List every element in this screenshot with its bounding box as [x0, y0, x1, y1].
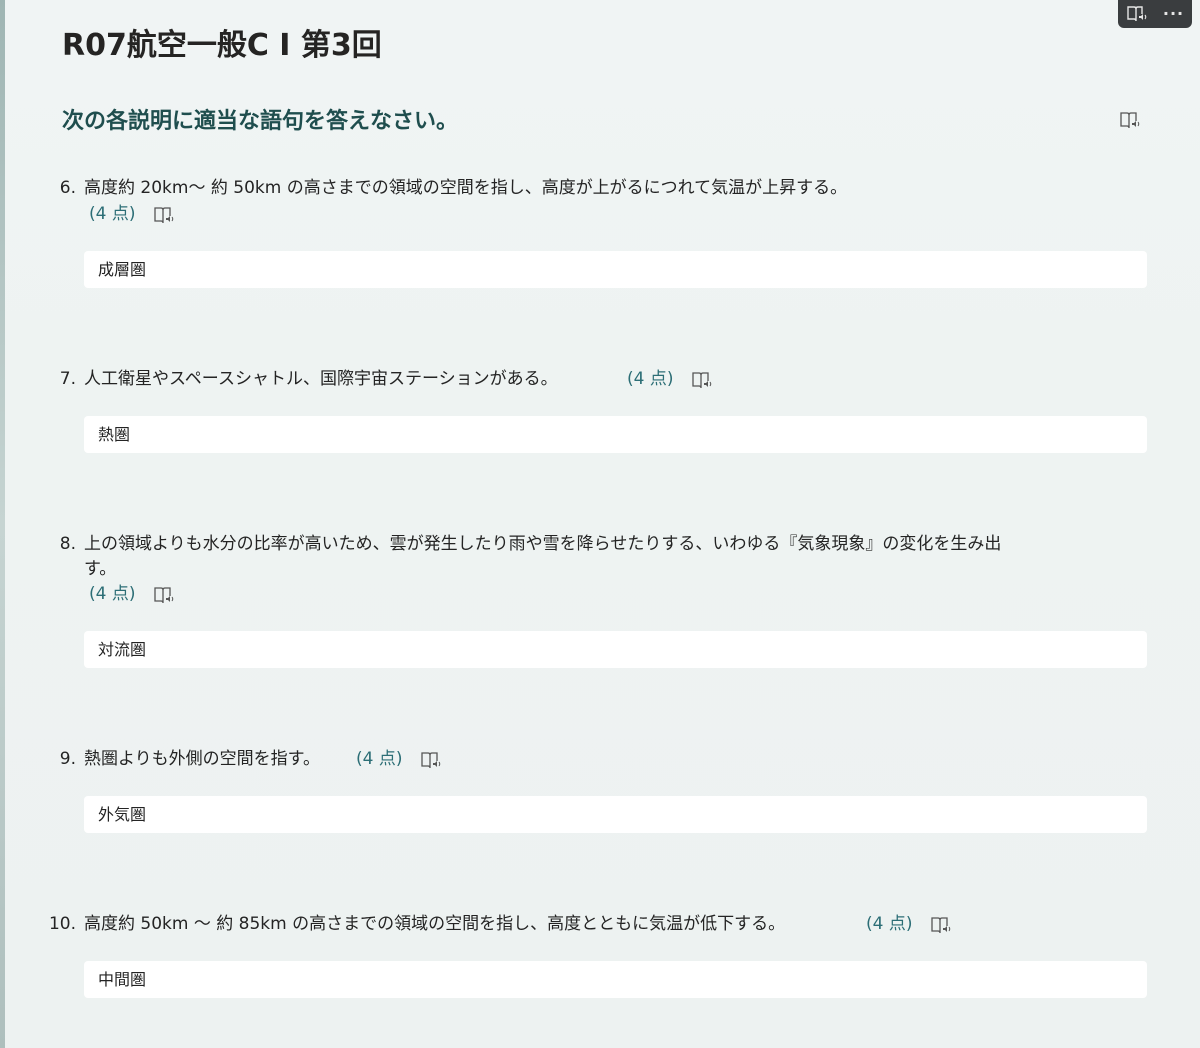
section-immersive-reader-icon[interactable] — [1119, 111, 1141, 131]
question-text: 人工衛星やスペースシャトル、国際宇宙ステーションがある。 — [84, 369, 558, 389]
question-text: 高度約 50km 〜 約 85km の高さまでの領域の空間を指し、高度とともに気… — [84, 914, 786, 934]
answer-input[interactable]: 中間圏 — [84, 961, 1147, 998]
question-number: 8. — [59, 534, 76, 554]
question-immersive-reader-icon[interactable] — [420, 751, 442, 771]
question-number: 9. — [59, 749, 76, 769]
question-points: (4 点) — [627, 369, 674, 389]
question-text: 高度約 20km〜 約 50km の高さまでの領域の空間を指し、高度が上がるにつ… — [84, 178, 848, 198]
top-toolbar: ··· — [1118, 0, 1192, 28]
question-number: 10. — [48, 914, 76, 934]
immersive-reader-icon — [1126, 6, 1146, 22]
question-points: (4 点) — [356, 749, 403, 769]
question-points: (4 点) — [89, 204, 136, 224]
question-number: 7. — [59, 369, 76, 389]
question-text: 熱圏よりも外側の空間を指す。 — [84, 749, 320, 769]
question-immersive-reader-icon[interactable] — [153, 586, 175, 606]
immersive-reader-button[interactable] — [1123, 2, 1151, 26]
question-text: 上の領域よりも水分の比率が高いため、雲が発生したり雨や雪を降らせたりする、いわゆ… — [84, 534, 1002, 554]
question-immersive-reader-icon[interactable] — [930, 916, 952, 936]
question-points: (4 点) — [866, 914, 913, 934]
question-text-continued: す。 — [84, 559, 117, 579]
question-immersive-reader-icon[interactable] — [691, 371, 713, 391]
question-points: (4 点) — [89, 584, 136, 604]
question-number: 6. — [59, 178, 76, 198]
answer-input[interactable]: 外気圏 — [84, 796, 1147, 833]
answer-input[interactable]: 対流圏 — [84, 631, 1147, 668]
section-title: 次の各説明に適当な語句を答えなさい。 — [62, 109, 459, 134]
answer-input[interactable]: 熱圏 — [84, 416, 1147, 453]
question-immersive-reader-icon[interactable] — [153, 206, 175, 226]
window-left-edge — [0, 0, 5, 1048]
more-options-button[interactable]: ··· — [1160, 2, 1188, 26]
form-title: R07航空一般C Ⅰ 第3回 — [62, 28, 382, 63]
answer-input[interactable]: 成層圏 — [84, 251, 1147, 288]
